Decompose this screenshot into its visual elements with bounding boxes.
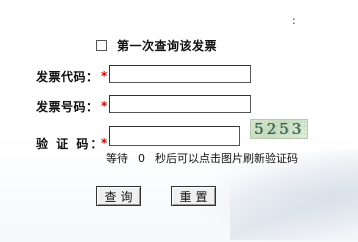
verify-code-required-mark: * [101, 136, 108, 150]
wait-seconds: 0 [138, 152, 145, 165]
invoice-code-label: 发票代码： [36, 70, 99, 84]
invoice-number-required-mark: * [101, 99, 108, 113]
invoice-number-input[interactable] [109, 95, 251, 113]
invoice-code-input[interactable] [109, 65, 251, 83]
first-query-checkbox[interactable] [96, 39, 107, 51]
verify-code-input[interactable] [109, 126, 240, 146]
captcha-image[interactable]: 5253 [250, 119, 308, 139]
wait-suffix: 秒后可以点击图片刷新验证码 [155, 152, 298, 165]
invoice-code-required-mark: * [101, 69, 108, 83]
query-button[interactable]: 查询 [96, 186, 141, 206]
captcha-wait-hint: 等待 0 秒后可以点击图片刷新验证码 [106, 150, 298, 166]
verify-code-label: 验 证 码： [36, 137, 105, 151]
reset-button[interactable]: 重置 [171, 186, 216, 206]
first-query-label: 第一次查询该发票 [117, 38, 218, 53]
wait-prefix: 等待 [106, 152, 128, 165]
first-query-row: 第一次查询该发票 [96, 37, 217, 53]
top-colon-text: : [292, 14, 296, 27]
captcha-text: 5253 [253, 120, 305, 138]
invoice-query-panel: : 第一次查询该发票 发票代码： * 发票号码： * 验 证 码： * 5253… [0, 0, 358, 242]
invoice-number-label: 发票号码： [36, 100, 99, 114]
